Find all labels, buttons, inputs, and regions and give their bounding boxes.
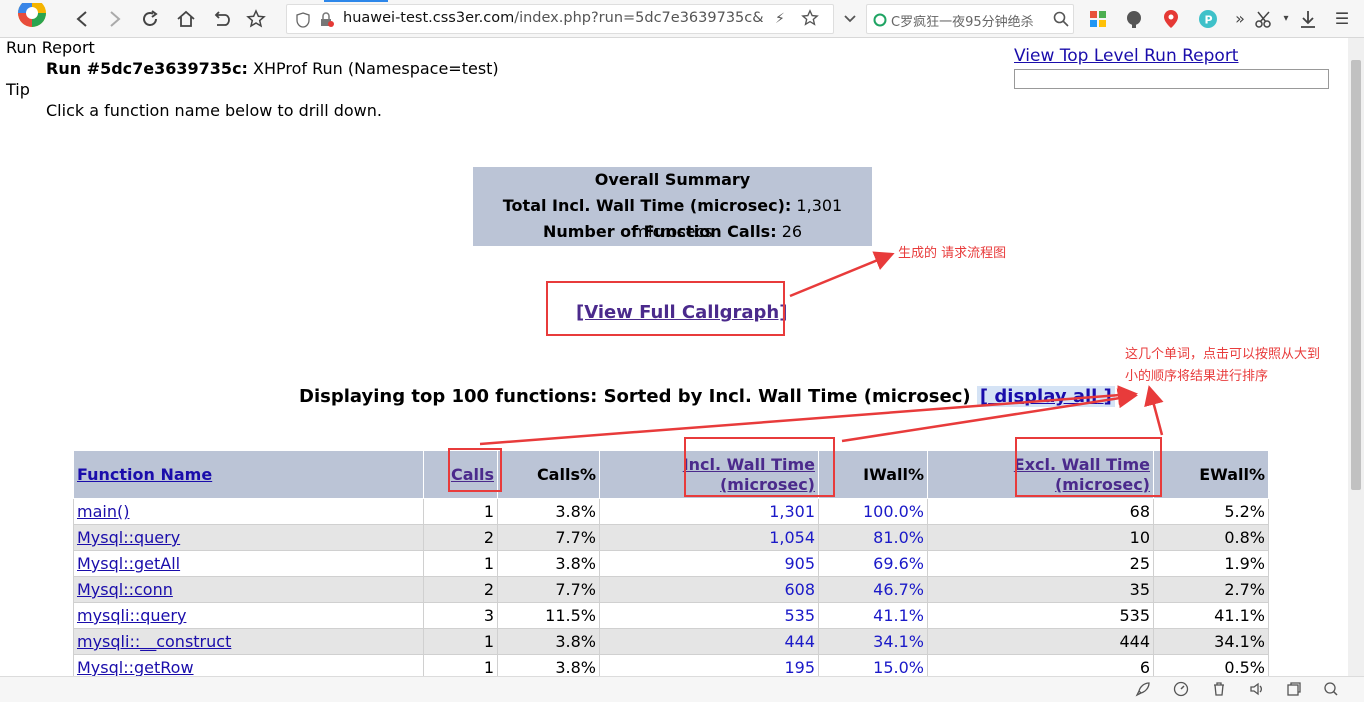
browser-toolbar: huawei-test.css3er.com/index.php?run=5dc… xyxy=(0,0,1364,38)
apps-grid-icon[interactable] xyxy=(1086,7,1110,31)
address-bar[interactable]: huawei-test.css3er.com/index.php?run=5dc… xyxy=(286,4,834,34)
insecure-lock-icon[interactable] xyxy=(319,12,335,32)
annotation-arrows xyxy=(479,251,1164,446)
scissors-dropdown-icon[interactable]: ▾ xyxy=(1274,7,1298,31)
extension-icon[interactable] xyxy=(1122,7,1146,31)
arrow-excl xyxy=(1144,385,1164,436)
search-icon[interactable] xyxy=(1053,11,1069,31)
scrollbar-thumb[interactable] xyxy=(1351,60,1361,490)
arrow-callgraph xyxy=(789,251,895,298)
browser-logo-icon[interactable] xyxy=(12,3,52,33)
undo-close-tab-icon[interactable] xyxy=(209,7,233,31)
back-icon[interactable] xyxy=(70,7,94,31)
menu-icon[interactable]: ☰ xyxy=(1330,7,1354,31)
shield-icon[interactable] xyxy=(296,12,310,32)
address-url[interactable]: huawei-test.css3er.com/index.php?run=5dc… xyxy=(343,10,763,26)
trash-icon[interactable] xyxy=(1210,681,1228,699)
speaker-icon[interactable] xyxy=(1248,681,1266,699)
forward-icon[interactable] xyxy=(103,7,127,31)
search-bar[interactable]: C罗疯狂一夜95分钟绝杀 xyxy=(866,4,1074,34)
page-content: Run Report Run #5dc7e3639735c: XHProf Ru… xyxy=(0,38,1348,676)
svg-text:P: P xyxy=(1205,14,1213,27)
bookmark-star-icon[interactable] xyxy=(244,7,268,31)
scissors-icon[interactable] xyxy=(1252,7,1276,31)
more-extensions-icon[interactable]: » xyxy=(1228,7,1252,31)
speed-icon[interactable] xyxy=(1172,681,1190,699)
search-input[interactable]: C罗疯狂一夜95分钟绝杀 xyxy=(891,11,1051,30)
favorite-star-icon[interactable] xyxy=(801,9,819,31)
arrow-incl xyxy=(841,388,1138,443)
p-extension-icon[interactable]: P xyxy=(1196,7,1220,31)
chevron-down-icon[interactable] xyxy=(838,7,862,31)
window-icon[interactable] xyxy=(1285,681,1303,699)
url-host: huawei-test.css3er.com xyxy=(343,10,515,26)
arrow-calls xyxy=(479,385,1138,446)
location-pin-icon[interactable] xyxy=(1159,7,1183,31)
rocket-icon[interactable] xyxy=(1134,681,1152,699)
lightning-icon[interactable]: ⚡ xyxy=(775,11,785,27)
zoom-icon[interactable] xyxy=(1322,681,1340,699)
download-icon[interactable] xyxy=(1296,7,1320,31)
search-engine-icon xyxy=(873,12,887,31)
url-path: /index.php?run=5dc7e3639735c&source xyxy=(514,10,763,26)
reload-icon[interactable] xyxy=(138,7,162,31)
active-tab-indicator xyxy=(324,0,388,2)
home-icon[interactable] xyxy=(174,7,198,31)
status-bar xyxy=(0,676,1364,702)
